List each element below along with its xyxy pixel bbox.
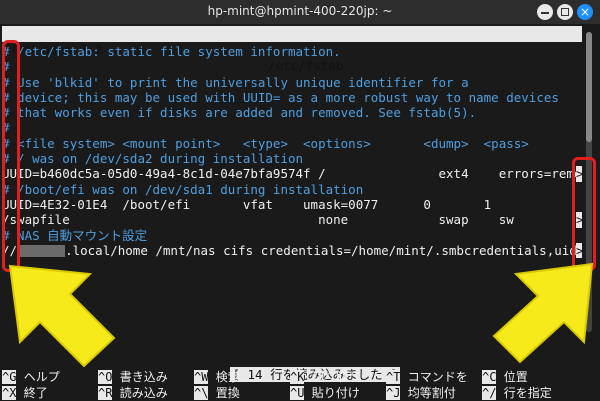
minimize-button[interactable]	[537, 4, 553, 20]
comment-line: # Use 'blkid' to print the universally u…	[2, 75, 582, 90]
comment-line: # that works even if disks are added and…	[2, 105, 582, 120]
text-line: /swapfile none swap sw >	[2, 212, 582, 228]
shortcut-item[interactable]: ^G ヘルプ	[2, 369, 60, 385]
line-text: # NAS 自動マウント設定	[2, 227, 148, 243]
shortcut-key: ^J	[386, 386, 401, 400]
editor-content[interactable]: # /etc/fstab: static file system informa…	[2, 44, 582, 259]
shortcut-item[interactable]: ^W 検索	[194, 369, 240, 385]
comment-line: # NAS 自動マウント設定	[2, 228, 582, 243]
shortcut-label: 均等割付	[407, 386, 456, 400]
shortcut-key: ^\	[194, 386, 209, 400]
line-text: # /etc/fstab: static file system informa…	[2, 44, 341, 59]
maximize-button[interactable]	[557, 4, 573, 20]
shortcut-key: ^G	[2, 370, 17, 384]
shortcut-label: ヘルプ	[23, 370, 60, 384]
shortcut-bar: ^G ヘルプ ^O 書き込み ^W 検索 ^K 切り取り ^T コマンドを ^C 位置 ^X…	[2, 369, 592, 401]
terminal-window: hp-mint@hpmint-400-220jp: ~ × GNU nano 7…	[0, 0, 600, 401]
shortcut-item[interactable]: ^C 位置	[482, 369, 528, 385]
line-text: # that works even if disks are added and…	[2, 105, 477, 121]
shortcut-label: コマンドを	[407, 370, 468, 384]
comment-line: # device; this may be used with UUID= as…	[2, 90, 582, 105]
shortcut-item[interactable]: ^/ 行を指定	[482, 385, 552, 401]
redacted-hostname	[17, 245, 66, 258]
line-text: UUID=4E32-01E4 /boot/efi vfat umask=0077…	[2, 196, 492, 212]
line-text: # /boot/efi was on /dev/sda1 during inst…	[2, 181, 364, 197]
shortcut-item[interactable]: ^K 切り取り	[290, 369, 360, 385]
shortcut-item[interactable]: ^T コマンドを	[386, 369, 468, 385]
shortcut-label: 書き込み	[119, 370, 168, 384]
line-text: # device; this may be used with UUID= as…	[2, 89, 559, 105]
line-text: # / was on /dev/sda2 during installation	[2, 151, 304, 167]
arrow-up-right-icon	[492, 262, 594, 364]
highlight-box-left	[2, 40, 20, 272]
shortcut-label: 貼り付け	[311, 386, 360, 400]
shortcut-label: 位置	[503, 370, 528, 384]
shortcut-key: ^C	[482, 370, 497, 384]
shortcut-label: 切り取り	[311, 370, 360, 384]
shortcut-key: ^U	[290, 386, 305, 400]
text-line: //.local/home /mnt/nas cifs credentials=…	[2, 242, 582, 259]
shortcut-key: ^/	[482, 386, 497, 400]
shortcut-key: ^O	[98, 370, 113, 384]
shortcut-key: ^W	[194, 370, 209, 384]
line-suffix: .local/home /mnt/nas cifs credentials=/h…	[65, 242, 582, 258]
shortcut-key: ^R	[98, 386, 113, 400]
comment-line: # / was on /dev/sda2 during installation	[2, 151, 582, 166]
text-line: UUID=b460dc5a-05d0-49a4-8c1d-04e7bfa9574…	[2, 166, 582, 182]
shortcut-label: 置換	[215, 386, 240, 400]
shortcut-row: ^X 終了 ^R 読み込み ^\ 置換 ^U 貼り付け ^J 均等割付 ^/ 行を指定	[2, 385, 592, 401]
shortcut-key: ^K	[290, 370, 305, 384]
line-text: # <file system> <mount point> <type> <op…	[2, 135, 529, 151]
shortcut-item[interactable]: ^R 読み込み	[98, 385, 168, 401]
shortcut-item[interactable]: ^X 終了	[2, 385, 48, 401]
shortcut-label: 読み込み	[119, 386, 168, 400]
comment-line: # /etc/fstab: static file system informa…	[2, 44, 582, 59]
line-text: UUID=b460dc5a-05d0-49a4-8c1d-04e7bfa9574…	[2, 166, 582, 182]
scrollbar-thumb[interactable]	[586, 32, 592, 142]
shortcut-item[interactable]: ^\ 置換	[194, 385, 240, 401]
shortcut-item[interactable]: ^O 書き込み	[98, 369, 168, 385]
shortcut-key: ^T	[386, 370, 401, 384]
shortcut-label: 終了	[23, 386, 48, 400]
comment-line: # /boot/efi was on /dev/sda1 during inst…	[2, 182, 582, 197]
nano-header-bar: GNU nano 7.2 /etc/fstab	[2, 26, 582, 73]
line-text: /swapfile none swap sw	[2, 212, 514, 228]
shortcut-label: 検索	[215, 370, 240, 384]
window-title: hp-mint@hpmint-400-220jp: ~	[207, 4, 393, 18]
comment-line: #	[2, 59, 582, 74]
highlight-box-right	[572, 157, 596, 271]
shortcut-item[interactable]: ^J 均等割付	[386, 385, 456, 401]
title-bar[interactable]: hp-mint@hpmint-400-220jp: ~ ×	[0, 0, 600, 24]
line-text: # Use 'blkid' to print the universally u…	[2, 74, 469, 90]
shortcut-row: ^G ヘルプ ^O 書き込み ^W 検索 ^K 切り取り ^T コマンドを ^C 位置	[2, 369, 592, 385]
text-line: UUID=4E32-01E4 /boot/efi vfat umask=0077…	[2, 197, 582, 212]
shortcut-label: 行を指定	[503, 386, 552, 400]
shortcut-item[interactable]: ^U 貼り付け	[290, 385, 360, 401]
comment-line: # <file system> <mount point> <type> <op…	[2, 136, 582, 151]
arrow-up-left-icon	[8, 264, 116, 368]
comment-line: #	[2, 120, 582, 135]
shortcut-key: ^X	[2, 386, 17, 400]
close-button[interactable]: ×	[577, 4, 593, 20]
